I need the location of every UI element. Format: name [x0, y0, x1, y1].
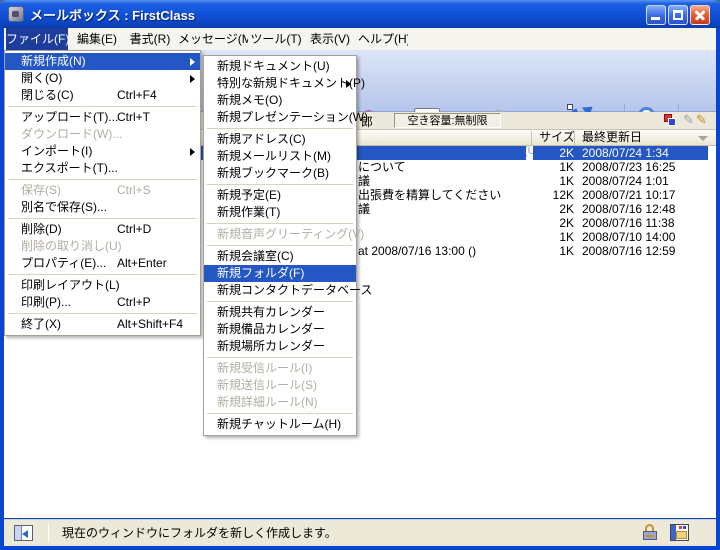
menu-separator	[207, 357, 353, 358]
menu-item-new-voice-greeting: 新規音声グリーティング(V)	[204, 226, 356, 243]
menu-separator	[8, 274, 197, 275]
status-message: 現在のウィンドウにフォルダを新しく作成します。	[62, 520, 337, 546]
menu-separator	[207, 245, 353, 246]
menu-item-new-document[interactable]: 新規ドキュメント(U)	[204, 58, 356, 75]
menu-separator	[8, 106, 197, 107]
menu-item-new-event[interactable]: 新規予定(E)	[204, 187, 356, 204]
menu-separator	[207, 301, 353, 302]
lock-icon	[642, 524, 658, 542]
menu-item-print-layout[interactable]: 印刷レイアウト(L)	[5, 277, 200, 294]
color-flags-icon[interactable]	[664, 114, 678, 127]
menu-separator	[207, 128, 353, 129]
chevron-right-icon	[190, 148, 195, 156]
menu-item-new-location-calendar[interactable]: 新規場所カレンダー	[204, 338, 356, 355]
column-header-modified[interactable]: 最終更新日	[582, 130, 642, 145]
menu-item-new-advanced-rule: 新規詳細ルール(N)	[204, 394, 356, 411]
menu-item-upload[interactable]: アップロード(T)...Ctrl+T	[5, 109, 200, 126]
approval-pencil-icon[interactable]: ✎	[696, 112, 707, 128]
menu-item-save: 保存(S)Ctrl+S	[5, 182, 200, 199]
menu-item-new-chat-room[interactable]: 新規チャットルーム(H)	[204, 416, 356, 433]
menu-message[interactable]: メッセージ(M)	[178, 28, 248, 50]
menu-item-new-address[interactable]: 新規アドレス(C)	[204, 131, 356, 148]
title-bar[interactable]: メールボックス : FirstClass	[0, 0, 720, 28]
menu-tools[interactable]: ツール(T)	[250, 28, 302, 50]
window-panel-icon	[670, 524, 689, 541]
column-divider	[574, 131, 575, 145]
window-title: メールボックス : FirstClass	[30, 5, 195, 24]
menu-item-new[interactable]: 新規作成(N)	[5, 53, 200, 70]
menu-separator	[207, 223, 353, 224]
menu-item-delete[interactable]: 削除(D)Ctrl+D	[5, 221, 200, 238]
menu-bar: ファイル(F) 編集(E) 書式(R) メッセージ(M) ツール(T) 表示(V…	[4, 28, 716, 50]
menu-item-new-send-rule: 新規送信ルール(S)	[204, 377, 356, 394]
maximize-button[interactable]	[668, 5, 688, 25]
chevron-right-icon	[346, 80, 351, 88]
menu-format[interactable]: 書式(R)	[126, 28, 174, 50]
menu-item-properties[interactable]: プロパティ(E)...Alt+Enter	[5, 255, 200, 272]
menu-separator	[8, 313, 197, 314]
close-button[interactable]	[690, 5, 710, 25]
column-divider	[531, 131, 532, 145]
statusbar-separator	[48, 524, 49, 542]
menu-edit[interactable]: 編集(E)	[72, 28, 122, 50]
menu-item-close[interactable]: 閉じる(C)Ctrl+F4	[5, 87, 200, 104]
split-view-icon[interactable]	[14, 525, 33, 541]
menu-item-new-mail-list[interactable]: 新規メールリスト(M)	[204, 148, 356, 165]
minimize-button[interactable]	[646, 5, 666, 25]
menu-item-download: ダウンロード(W)...	[5, 126, 200, 143]
menu-item-export[interactable]: エクスポート(T)...	[5, 160, 200, 177]
menu-separator	[8, 218, 197, 219]
menu-separator	[8, 179, 197, 180]
menu-item-save-as[interactable]: 別名で保存(S)...	[5, 199, 200, 216]
app-window: メールボックス : FirstClass ファイル(F) 編集(E) 書式(R)…	[0, 0, 720, 550]
menu-item-new-receive-rule: 新規受信ルール(I)	[204, 360, 356, 377]
chevron-right-icon	[190, 58, 195, 66]
menu-item-open[interactable]: 開く(O)	[5, 70, 200, 87]
menu-help[interactable]: ヘルプ(H)	[358, 28, 408, 50]
chevron-right-icon	[190, 75, 195, 83]
menu-item-special-new-document[interactable]: 特別な新規ドキュメント(P)	[204, 75, 356, 92]
new-submenu: 新規ドキュメント(U) 特別な新規ドキュメント(P) 新規メモ(O) 新規プレゼ…	[203, 55, 357, 436]
file-menu: 新規作成(N) 開く(O) 閉じる(C)Ctrl+F4 アップロード(T)...…	[4, 50, 201, 336]
menu-item-new-conference[interactable]: 新規会議室(C)	[204, 248, 356, 265]
menu-item-new-contact-database[interactable]: 新規コンタクトデータベース	[204, 282, 356, 299]
menu-file[interactable]: ファイル(F)	[6, 28, 68, 50]
menu-item-new-folder[interactable]: 新規フォルダ(F)	[204, 265, 356, 282]
status-bar: 現在のウィンドウにフォルダを新しく作成します。	[4, 519, 716, 546]
menu-item-import[interactable]: インポート(I)	[5, 143, 200, 160]
menu-item-print[interactable]: 印刷(P)...Ctrl+P	[5, 294, 200, 311]
menu-item-exit[interactable]: 終了(X)Alt+Shift+F4	[5, 316, 200, 333]
quota-box: 空き容量:無制限	[394, 113, 501, 128]
menu-item-new-bookmark[interactable]: 新規ブックマーク(B)	[204, 165, 356, 182]
menu-item-new-task[interactable]: 新規作業(T)	[204, 204, 356, 221]
menu-item-undelete: 削除の取り消し(U)	[5, 238, 200, 255]
menu-item-new-shared-calendar[interactable]: 新規共有カレンダー	[204, 304, 356, 321]
mailbox-app-icon	[8, 6, 24, 22]
menu-item-new-resource-calendar[interactable]: 新規備品カレンダー	[204, 321, 356, 338]
sort-arrow-icon[interactable]	[698, 136, 708, 141]
menu-view[interactable]: 表示(V)	[306, 28, 354, 50]
menu-item-new-memo[interactable]: 新規メモ(O)	[204, 92, 356, 109]
menu-separator	[207, 413, 353, 414]
column-header-size[interactable]: サイズ	[537, 130, 577, 145]
menu-separator	[207, 184, 353, 185]
edit-pencil-icon[interactable]: ✎	[683, 112, 694, 128]
menu-item-new-presentation[interactable]: 新規プレゼンテーション(W)	[204, 109, 356, 126]
